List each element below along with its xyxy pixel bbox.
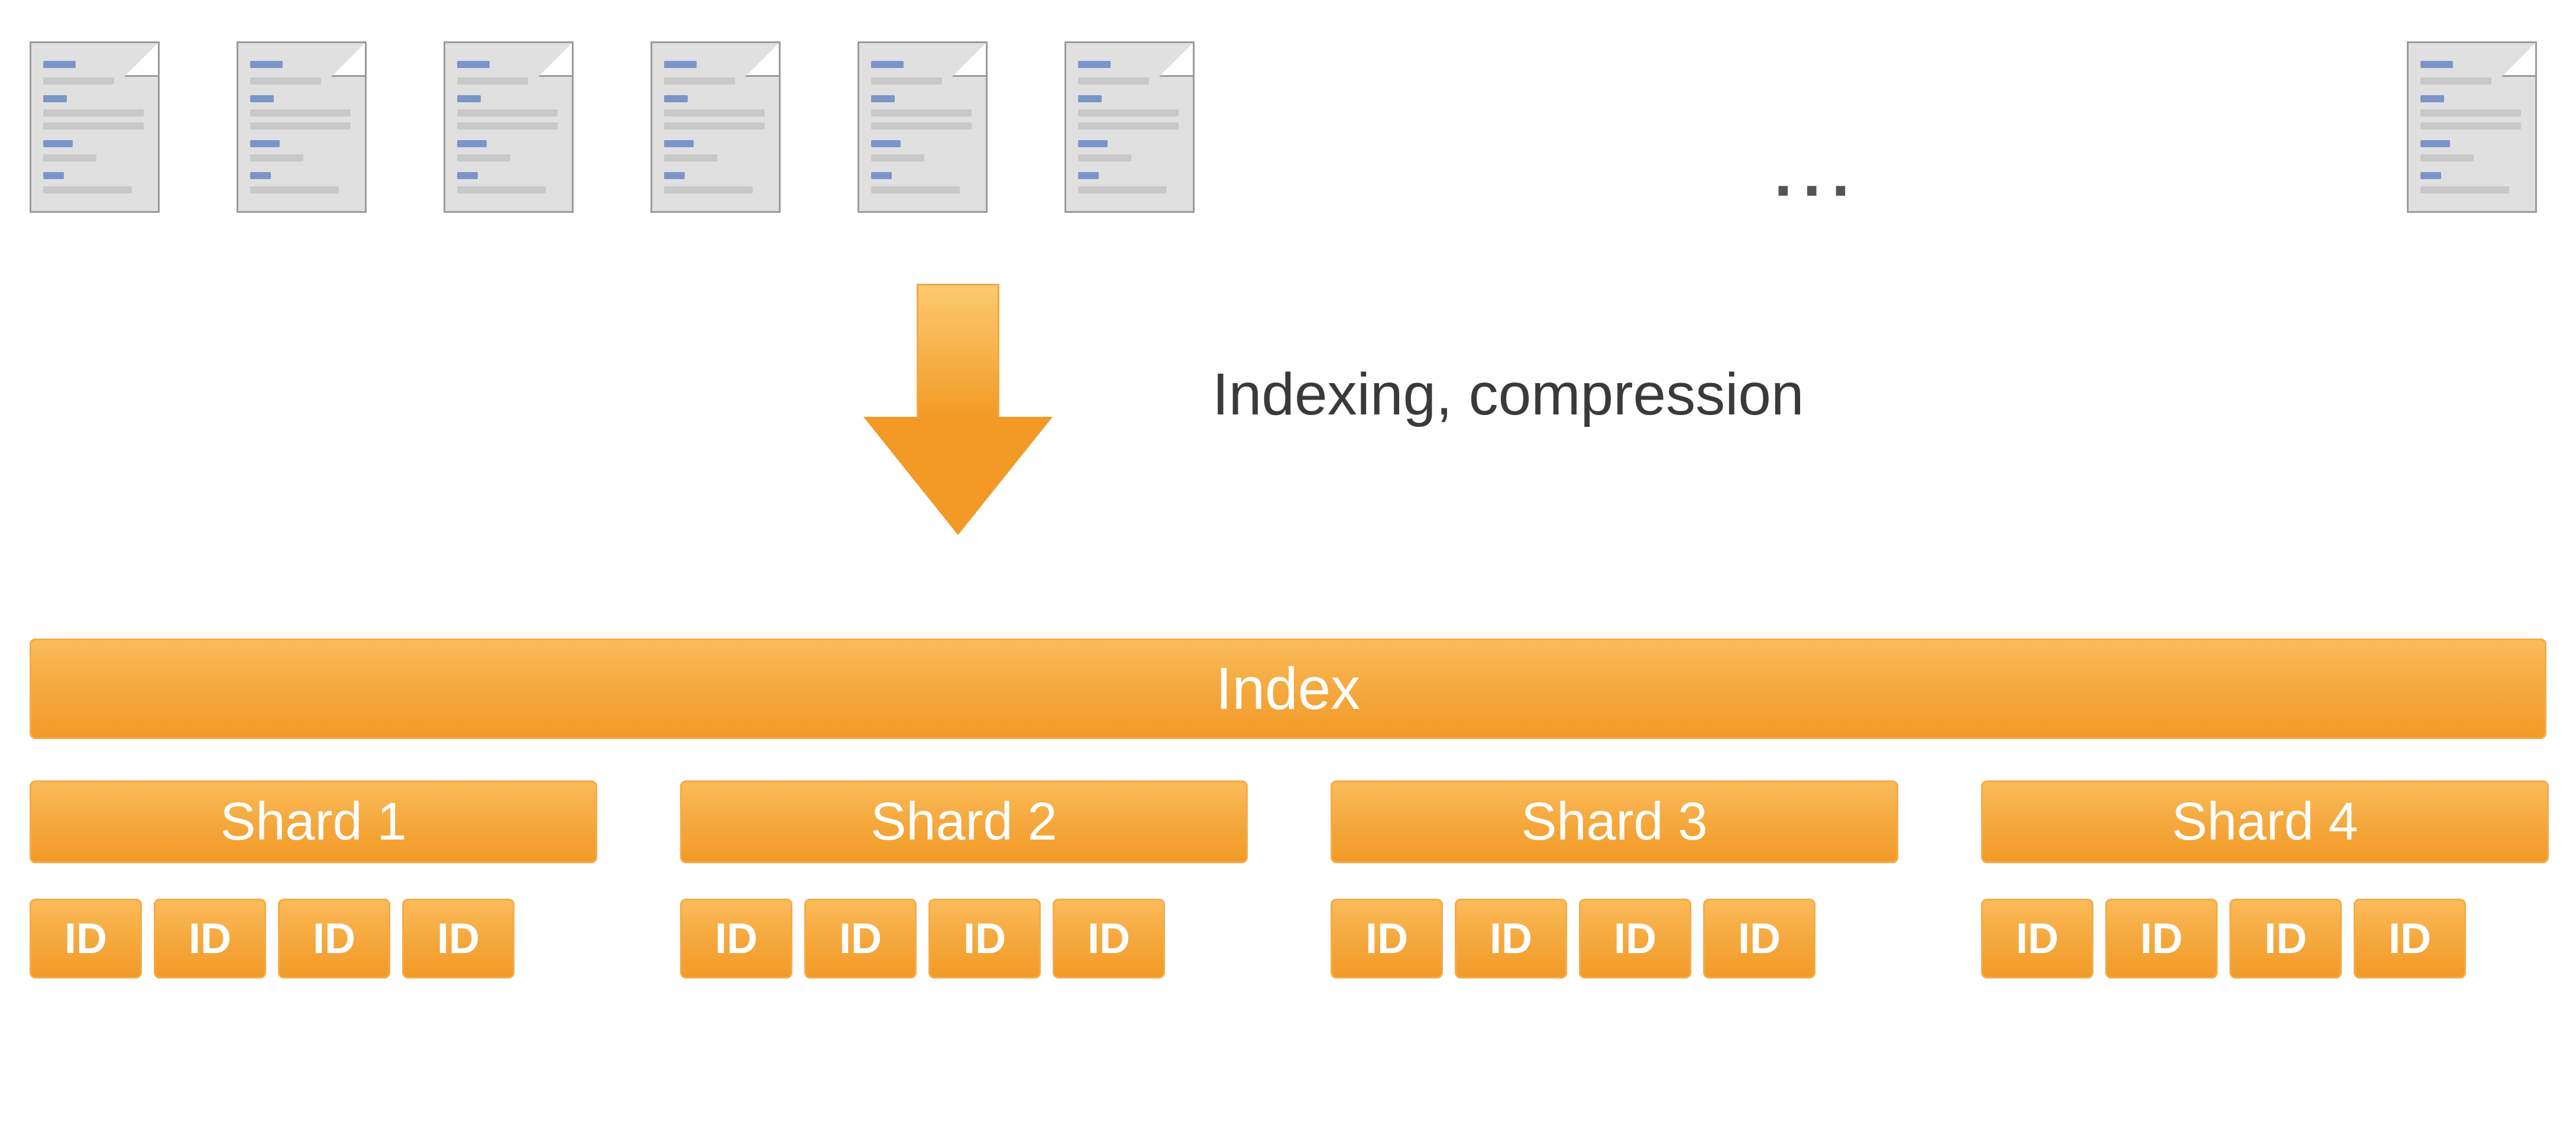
id-label: ID	[1738, 915, 1781, 963]
document-icon	[2407, 41, 2537, 213]
id-bar: ID	[278, 899, 390, 978]
id-bar: ID	[1053, 899, 1165, 978]
id-label: ID	[839, 915, 882, 963]
id-bar: ID	[402, 899, 514, 978]
id-bar: ID	[154, 899, 266, 978]
ellipsis-text: ...	[1774, 136, 1860, 211]
document-icon	[1064, 41, 1195, 213]
id-bar: ID	[2229, 899, 2342, 978]
shard-bar: Shard 4	[1981, 780, 2549, 863]
id-bar: ID	[2354, 899, 2466, 978]
index-bar: Index	[30, 639, 2546, 739]
document-icon	[651, 41, 781, 213]
id-bar: ID	[30, 899, 142, 978]
id-label: ID	[2140, 915, 2183, 963]
id-label: ID	[1490, 915, 1532, 963]
id-label: ID	[313, 915, 355, 963]
document-icon	[857, 41, 988, 213]
id-bar: ID	[1455, 899, 1567, 978]
index-label: Index	[1216, 655, 1361, 723]
document-icon	[444, 41, 574, 213]
shard-label: Shard 1	[220, 792, 406, 853]
document-icon	[30, 41, 160, 213]
id-bar: ID	[1331, 899, 1443, 978]
id-bar: ID	[1981, 899, 2093, 978]
shard-label: Shard 4	[2172, 792, 2358, 853]
id-label: ID	[1365, 915, 1408, 963]
id-bar: ID	[1579, 899, 1691, 978]
id-label: ID	[715, 915, 758, 963]
arrow-down-icon	[863, 284, 1053, 538]
id-label: ID	[2016, 915, 2059, 963]
id-label: ID	[2264, 915, 2307, 963]
shard-label: Shard 2	[870, 792, 1057, 853]
document-icon	[237, 41, 367, 213]
id-bar: ID	[2105, 899, 2218, 978]
shard-bar: Shard 2	[680, 780, 1248, 863]
id-label: ID	[64, 915, 107, 963]
id-label: ID	[189, 915, 231, 963]
id-label: ID	[437, 915, 480, 963]
id-bar: ID	[680, 899, 792, 978]
id-label: ID	[1614, 915, 1656, 963]
id-label: ID	[963, 915, 1006, 963]
id-bar: ID	[928, 899, 1041, 978]
id-bar: ID	[1703, 899, 1816, 978]
shard-label: Shard 3	[1521, 792, 1707, 853]
shard-bar: Shard 1	[30, 780, 597, 863]
id-bar: ID	[804, 899, 917, 978]
id-label: ID	[2389, 915, 2431, 963]
shard-bar: Shard 3	[1331, 780, 1898, 863]
arrow-caption: Indexing, compression	[1212, 361, 1804, 429]
id-label: ID	[1088, 915, 1130, 963]
